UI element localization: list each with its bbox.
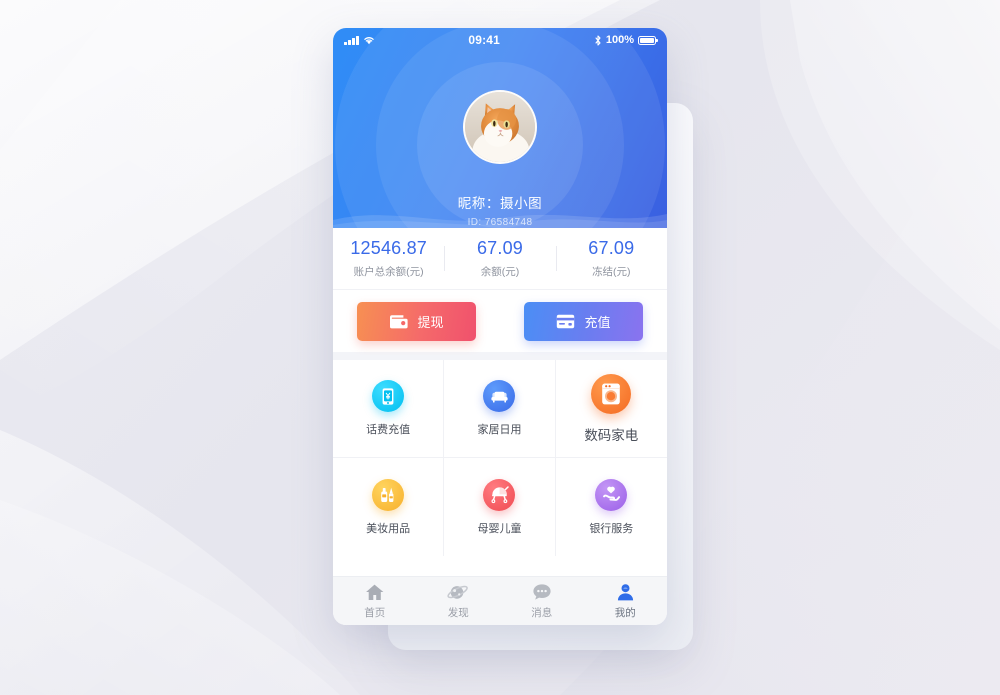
tab-discover[interactable]: 发现: [417, 583, 501, 620]
grid-item-mobile-topup[interactable]: 话费充值: [333, 360, 445, 458]
person-icon: [617, 583, 633, 600]
user-id-label: ID: 76584748: [467, 217, 533, 228]
balance-label: 账户总余额(元): [353, 266, 424, 278]
withdraw-button[interactable]: 提现: [357, 301, 476, 341]
tab-profile[interactable]: 我的: [584, 583, 668, 620]
status-time: 09:41: [468, 33, 501, 47]
tab-label: 我的: [614, 606, 636, 619]
sofa-icon: [483, 380, 516, 412]
profile-info: 昵称：摄小图 ID: 76584748: [333, 192, 667, 228]
tab-label: 消息: [531, 606, 553, 619]
grid-item-digital-appliances[interactable]: 数码家电: [555, 360, 667, 458]
phone-screen: 09:41 100% 昵称：摄小图 ID: 76584748 12546.87 …: [333, 28, 667, 625]
tab-label: 首页: [364, 606, 386, 619]
balance-item-frozen[interactable]: 67.09 冻结(元): [555, 238, 667, 279]
profile-header: 09:41 100% 昵称：摄小图 ID: 76584748: [333, 28, 667, 228]
grid-item-label: 美妆用品: [366, 522, 411, 535]
tab-messages[interactable]: 消息: [500, 583, 584, 620]
grid-item-cosmetics[interactable]: 美妆用品: [333, 458, 445, 556]
washing-machine-icon: [591, 373, 632, 414]
action-buttons: 提现 充值: [333, 290, 667, 360]
grid-item-label: 数码家电: [584, 427, 639, 443]
status-bar: 09:41 100%: [333, 28, 667, 52]
balance-value: 12546.87: [350, 238, 427, 258]
battery-percent-label: 100%: [605, 34, 634, 46]
balance-value: 67.09: [476, 238, 524, 258]
hand-heart-icon: [595, 478, 628, 511]
balance-summary: 12546.87 账户总余额(元) 67.09 余额(元) 67.09 冻结(元…: [333, 228, 667, 290]
signal-bars-icon: [344, 35, 359, 45]
grid-item-bank-services[interactable]: 银行服务: [556, 458, 667, 556]
grid-item-label: 母婴儿童: [477, 522, 522, 535]
wallet-icon: [390, 315, 409, 329]
grid-item-label: 话费充值: [366, 424, 411, 436]
cat-avatar: [465, 92, 535, 162]
tab-label: 发现: [447, 606, 469, 619]
grid-item-home-goods[interactable]: 家居日用: [444, 360, 556, 458]
cosmetics-icon: [372, 478, 405, 511]
mobile-topup-icon: [372, 380, 405, 412]
avatar[interactable]: [463, 90, 537, 164]
balance-label: 余额(元): [480, 266, 520, 278]
balance-label: 冻结(元): [592, 266, 631, 278]
planet-icon: [447, 585, 469, 599]
grid-item-mother-baby[interactable]: 母婴儿童: [444, 458, 556, 556]
home-icon: [366, 584, 384, 600]
grid-item-label: 家居日用: [477, 424, 522, 436]
bluetooth-icon: [595, 34, 601, 46]
battery-full-icon: [638, 35, 658, 45]
nickname-label: 昵称：摄小图: [457, 196, 543, 211]
wifi-icon: [363, 37, 374, 45]
bottom-tab-bar: 首页 发现 消息 我的: [333, 576, 667, 625]
tab-home[interactable]: 首页: [333, 583, 417, 620]
stroller-icon: [483, 478, 516, 511]
category-grid: 话费充值 家居日用 数码家电 美妆用品 母婴儿童 银行服务: [333, 360, 667, 556]
recharge-label: 充值: [584, 314, 611, 330]
recharge-button[interactable]: 充值: [524, 301, 643, 341]
balance-value: 67.09: [588, 238, 635, 258]
balance-item-available[interactable]: 67.09 余额(元): [444, 238, 555, 279]
grid-item-label: 银行服务: [589, 522, 634, 535]
chat-bubble-icon: [533, 583, 551, 600]
credit-card-icon: [557, 314, 575, 328]
balance-item-total[interactable]: 12546.87 账户总余额(元): [333, 238, 444, 279]
withdraw-label: 提现: [417, 314, 444, 330]
